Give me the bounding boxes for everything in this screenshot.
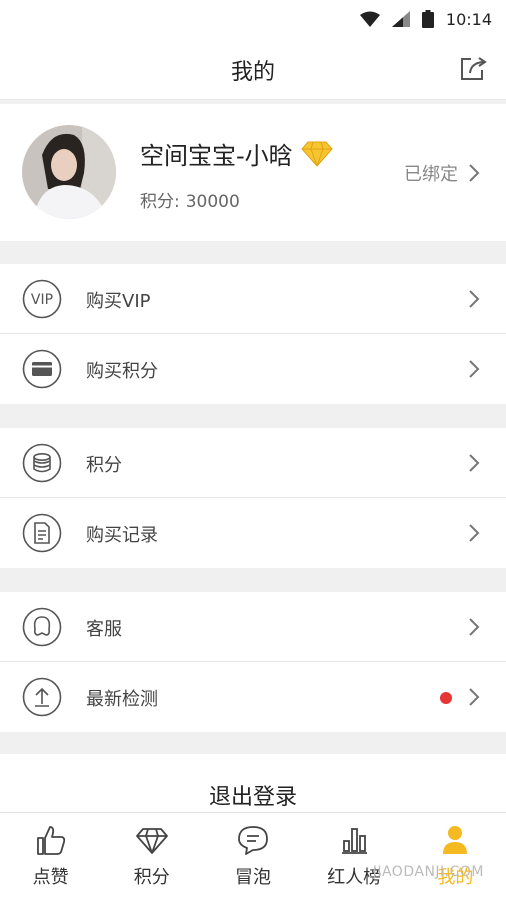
menu-item-label: 购买积分 xyxy=(86,361,158,382)
chevron-right-icon xyxy=(469,454,480,472)
menu-group-points: 积分 购买记录 xyxy=(0,428,506,568)
points-row: 积分: 30000 xyxy=(140,187,240,212)
menu-item-label: 客服 xyxy=(86,619,122,640)
tab-label: 冒泡 xyxy=(235,867,271,888)
menu-group-support: 客服 最新检测 xyxy=(0,592,506,732)
chevron-right-icon xyxy=(469,290,480,308)
points-label: 积分: xyxy=(140,192,180,212)
wifi-icon xyxy=(359,11,380,27)
chat-bubble-icon xyxy=(238,826,268,855)
menu-item-label: 购买记录 xyxy=(86,525,158,546)
svg-text:VIP: VIP xyxy=(31,292,53,308)
logout-button[interactable]: 退出登录 xyxy=(0,754,506,814)
menu-item-points[interactable]: 积分 xyxy=(0,428,506,498)
menu-item-customer-service[interactable]: 客服 xyxy=(0,592,506,662)
diamond-outline-icon xyxy=(135,828,168,854)
status-bar: 10:14 xyxy=(0,0,506,38)
share-icon[interactable] xyxy=(458,52,490,84)
bind-status[interactable]: 已绑定 xyxy=(404,160,480,186)
thumbs-up-icon xyxy=(36,826,65,855)
username-row: 空间宝宝-小晗 xyxy=(140,136,333,171)
top-header: 我的 xyxy=(0,38,506,100)
menu-item-purchase-records[interactable]: 购买记录 xyxy=(0,498,506,568)
chevron-right-icon xyxy=(469,688,480,706)
tab-likes[interactable]: 点赞 xyxy=(0,813,101,900)
chevron-right-icon xyxy=(469,360,480,378)
notification-dot xyxy=(440,692,452,704)
menu-item-buy-points[interactable]: 购买积分 xyxy=(0,334,506,404)
battery-icon xyxy=(421,10,434,28)
menu-item-buy-vip[interactable]: VIP 购买VIP xyxy=(0,264,506,334)
bind-status-label: 已绑定 xyxy=(404,164,458,185)
upload-icon xyxy=(22,677,62,717)
tab-mine[interactable]: 我的 xyxy=(405,813,506,900)
avatar[interactable] xyxy=(22,125,116,219)
points-value: 30000 xyxy=(185,192,240,212)
chevron-right-icon xyxy=(469,524,480,542)
bar-chart-icon xyxy=(342,828,368,854)
status-time: 10:14 xyxy=(445,9,492,29)
menu-item-label: 最新检测 xyxy=(86,689,158,710)
menu-item-label: 积分 xyxy=(86,455,122,476)
document-icon xyxy=(22,513,62,553)
profile-card[interactable]: 空间宝宝-小晗 积分: 30000 已绑定 xyxy=(0,104,506,241)
menu-item-label: 购买VIP xyxy=(86,291,151,312)
chevron-right-icon xyxy=(469,618,480,636)
card-icon xyxy=(22,349,62,389)
tab-points[interactable]: 积分 xyxy=(101,813,202,900)
logout-label: 退出登录 xyxy=(208,785,297,810)
tab-bubble[interactable]: 冒泡 xyxy=(202,813,303,900)
chevron-right-icon xyxy=(469,164,480,182)
person-icon xyxy=(443,826,468,854)
tab-label: 点赞 xyxy=(32,867,69,888)
tab-ranking[interactable]: 红人榜 xyxy=(304,813,405,900)
diamond-icon xyxy=(301,141,333,167)
tab-label: 积分 xyxy=(133,867,170,888)
menu-item-latest-check[interactable]: 最新检测 xyxy=(0,662,506,732)
customer-service-icon xyxy=(22,607,62,647)
username: 空间宝宝-小晗 xyxy=(140,142,293,170)
coins-icon xyxy=(22,443,62,483)
signal-icon xyxy=(391,11,410,27)
page-title: 我的 xyxy=(230,60,275,85)
vip-icon: VIP xyxy=(22,279,62,319)
bottom-tab-bar: 点赞 积分 冒泡 红人榜 我的 xyxy=(0,812,506,900)
menu-group-purchase: VIP 购买VIP 购买积分 xyxy=(0,264,506,404)
watermark: JIAODANJI.COM xyxy=(372,864,484,880)
